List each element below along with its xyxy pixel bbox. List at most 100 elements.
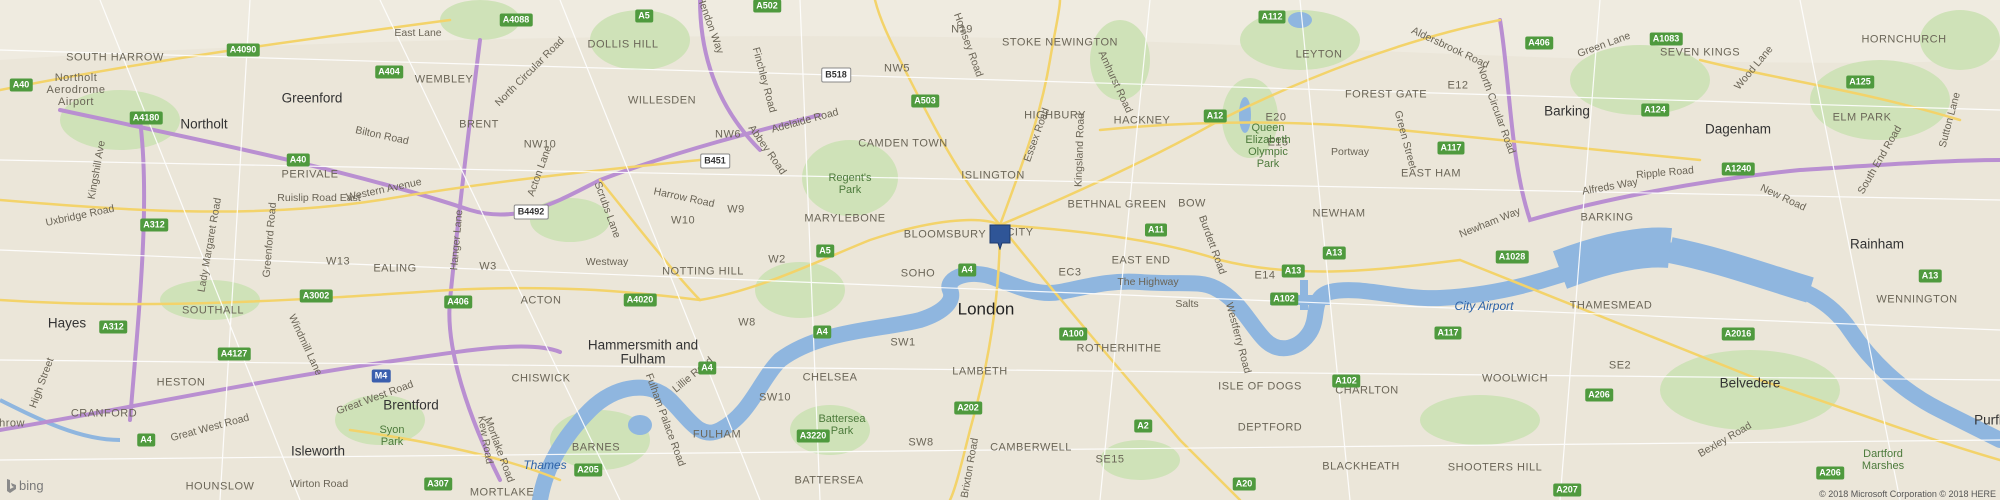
area-label: W3 [479, 260, 497, 273]
location-pin-icon[interactable] [989, 224, 1011, 251]
road-label: East Lane [394, 26, 442, 39]
road-shield: A4180 [129, 111, 163, 125]
area-label: SOHO [900, 267, 936, 280]
area-label: W10 [670, 214, 696, 227]
area-label: DOLLIS HILL [587, 38, 659, 51]
road-shield: A206 [1816, 466, 1844, 480]
road-shield: A406 [444, 295, 472, 309]
road-label: Kingsland Road [1072, 112, 1088, 188]
area-label: SW8 [908, 436, 934, 449]
road-shield: A13 [1918, 269, 1942, 283]
road-shield: A207 [1553, 483, 1581, 497]
area-label: LEYTON [1295, 48, 1343, 61]
airport-label: Northolt Aerodrome Airport [46, 72, 106, 108]
road-shield: A102 [1270, 292, 1298, 306]
road-shield: A100 [1059, 327, 1087, 341]
area-label: W8 [738, 316, 756, 329]
road-shield: A11 [1144, 223, 1168, 237]
area-label: SOUTH HARROW [66, 51, 164, 64]
area-label: E12 [1447, 79, 1469, 92]
area-label: MARYLEBONE [804, 212, 886, 225]
road-label: Ruislip Road East [277, 191, 361, 204]
area-label: BLOOMSBURY [903, 228, 987, 241]
area-label: DEPTFORD [1237, 421, 1303, 434]
road-shield: A102 [1332, 374, 1360, 388]
road-shield: A125 [1846, 75, 1874, 89]
area-label: SE15 [1095, 453, 1125, 466]
road-shield: A406 [1525, 36, 1553, 50]
area-label: ISLINGTON [961, 169, 1025, 182]
road-shield: B4492 [513, 204, 549, 220]
road-label: Wirton Road [289, 477, 349, 490]
road-shield: A117 [1434, 326, 1462, 340]
area-label: CHELSEA [802, 371, 858, 384]
road-shield: A3220 [796, 429, 830, 443]
area-label: HOUNSLOW [185, 480, 255, 493]
road-shield: A202 [954, 401, 982, 415]
road-shield: A4020 [623, 293, 657, 307]
area-label: MORTLAKE [469, 486, 535, 499]
road-label: Westway [585, 255, 629, 268]
area-label: EALING [373, 262, 417, 275]
road-shield: A4 [813, 325, 831, 339]
area-label: hrow [0, 417, 25, 430]
area-label: SOUTHALL [181, 304, 245, 317]
area-label: SE2 [1608, 359, 1632, 372]
area-label: STOKE NEWINGTON [1002, 36, 1118, 49]
park-label: Dartford Marshes [1861, 448, 1905, 472]
area-label: LAMBETH [952, 365, 1008, 378]
road-shield: A2 [1134, 419, 1152, 433]
road-shield: A503 [911, 94, 939, 108]
map-view[interactable]: East Lane North Circular Road Hendon Way… [0, 0, 2000, 500]
area-label: WOOLWICH [1481, 372, 1549, 385]
road-shield: A20 [1232, 477, 1256, 491]
road-shield: A117 [1437, 141, 1465, 155]
area-label: W9 [727, 203, 745, 216]
road-shield: A5 [635, 9, 653, 23]
place-label: Isleworth [290, 443, 346, 459]
area-label: CRANFORD [70, 407, 138, 420]
area-label: SHOOTERS HILL [1447, 461, 1543, 474]
place-label: Dagenham [1704, 121, 1772, 137]
area-label: BARNES [571, 441, 621, 454]
road-shield: A4 [958, 263, 976, 277]
area-label: WENNINGTON [1876, 293, 1958, 306]
bing-logo-icon [7, 478, 16, 493]
area-label: SW10 [759, 391, 791, 404]
area-label: CAMDEN TOWN [858, 137, 948, 150]
road-label: Salts [1175, 297, 1199, 310]
road-shield: A4 [137, 433, 155, 447]
road-shield: A1083 [1649, 32, 1683, 46]
road-shield: A4 [698, 361, 716, 375]
road-shield: A124 [1641, 103, 1669, 117]
area-label: BOW [1178, 197, 1206, 210]
road-shield: A2016 [1721, 327, 1755, 341]
road-label: Portway [1331, 145, 1369, 158]
area-label: EC3 [1058, 266, 1082, 279]
area-label: FULHAM [692, 428, 742, 441]
road-shield: A40 [286, 153, 310, 167]
area-label: CHISWICK [511, 372, 571, 385]
bing-logo[interactable]: bing [6, 478, 44, 493]
area-label: NOTTING HILL [662, 265, 744, 278]
area-label: FOREST GATE [1344, 88, 1428, 101]
place-label: Belvedere [1719, 375, 1781, 391]
area-label: PERIVALE [281, 168, 339, 181]
area-label: BARKING [1580, 211, 1634, 224]
area-label: BRENT [459, 118, 499, 131]
area-label: ELM PARK [1832, 111, 1892, 124]
place-label: Purfl [1974, 412, 2000, 428]
area-label: WILLESDEN [627, 94, 697, 107]
place-label: Hayes [47, 315, 87, 331]
area-label: NW5 [884, 62, 910, 75]
area-label: BETHNAL GREEN [1067, 198, 1167, 211]
area-label: WEMBLEY [414, 73, 474, 86]
road-shield: A404 [375, 65, 403, 79]
road-shield: A312 [140, 218, 168, 232]
area-label: EAST END [1111, 254, 1171, 267]
area-label: E14 [1254, 269, 1276, 282]
road-shield: A205 [574, 463, 602, 477]
copyright-text: © 2018 Microsoft Corporation © 2018 HERE [1819, 489, 1996, 499]
road-shield: A502 [753, 0, 781, 13]
place-label: Greenford [281, 90, 343, 106]
